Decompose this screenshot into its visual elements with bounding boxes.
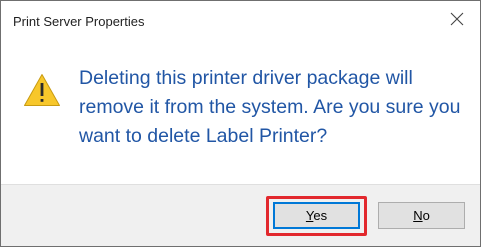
yes-button-label: Yes <box>305 208 328 223</box>
no-button[interactable]: No <box>378 202 465 229</box>
close-icon <box>450 12 464 26</box>
print-server-properties-dialog: Print Server Properties Deleting this pr… <box>0 0 481 247</box>
dialog-message: Deleting this printer driver package wil… <box>79 67 461 147</box>
no-button-label: No <box>413 208 430 223</box>
yes-button[interactable]: Yes <box>273 202 360 229</box>
dialog-title: Print Server Properties <box>13 14 145 29</box>
warning-icon <box>24 74 60 106</box>
dialog-button-bar: Yes No <box>1 184 480 246</box>
dialog-content: Deleting this printer driver package wil… <box>1 39 480 184</box>
close-button[interactable] <box>434 1 480 37</box>
dialog-title-bar: Print Server Properties <box>1 1 480 39</box>
